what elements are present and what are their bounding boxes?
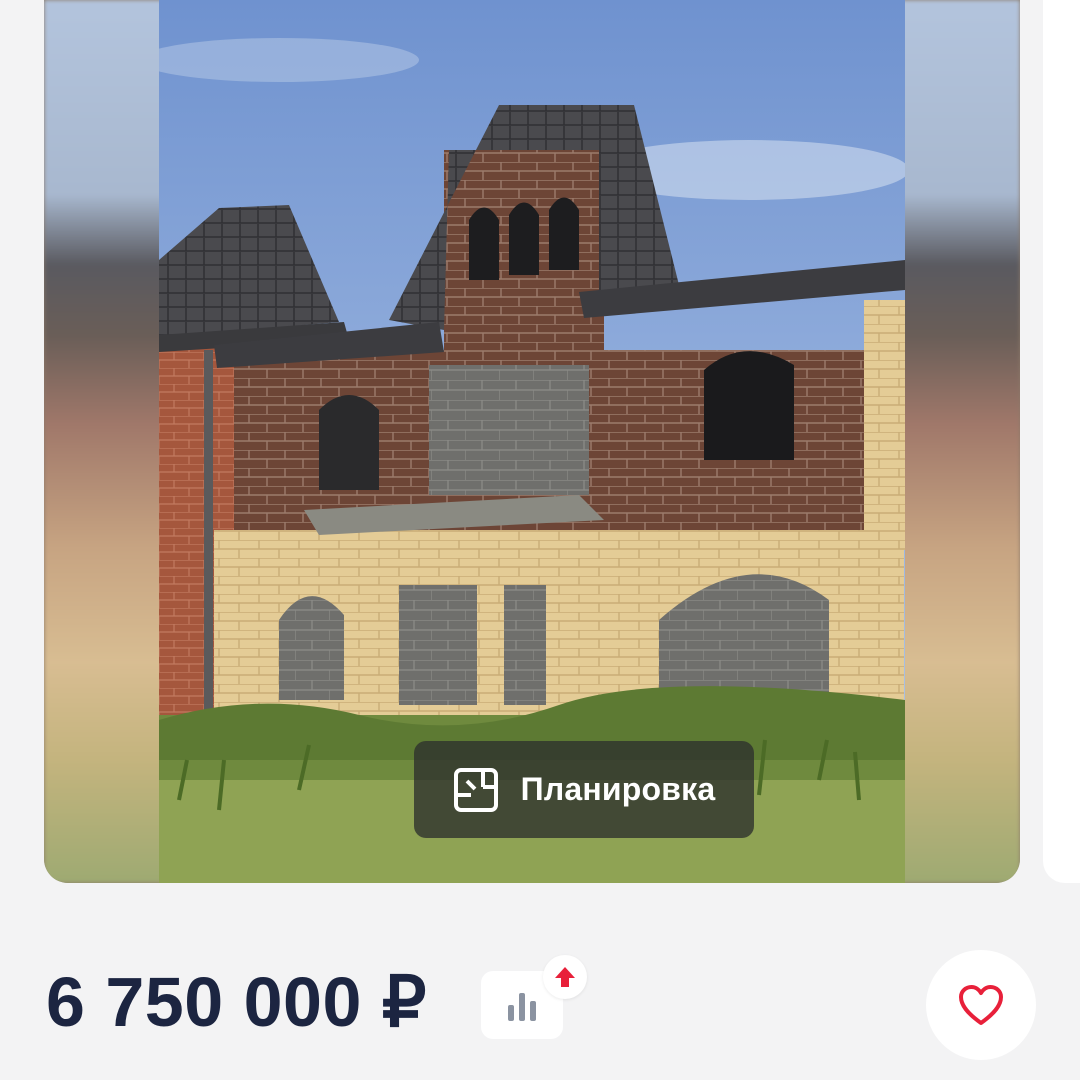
bar-chart-icon <box>508 993 536 1021</box>
floor-plan-icon <box>453 767 498 812</box>
floor-plan-label: Планировка <box>520 771 716 807</box>
arrow-up-icon <box>555 967 575 987</box>
favorite-button[interactable] <box>926 950 1036 1060</box>
listing-price: 6 750 000 ₽ <box>46 963 427 1041</box>
photo-gallery[interactable]: Планировка <box>44 0 1020 883</box>
price-trend-badge <box>543 955 587 999</box>
heart-outline-icon <box>959 985 1003 1025</box>
floor-plan-button[interactable]: Планировка <box>414 741 754 838</box>
next-listing-card-edge[interactable] <box>1043 0 1080 883</box>
